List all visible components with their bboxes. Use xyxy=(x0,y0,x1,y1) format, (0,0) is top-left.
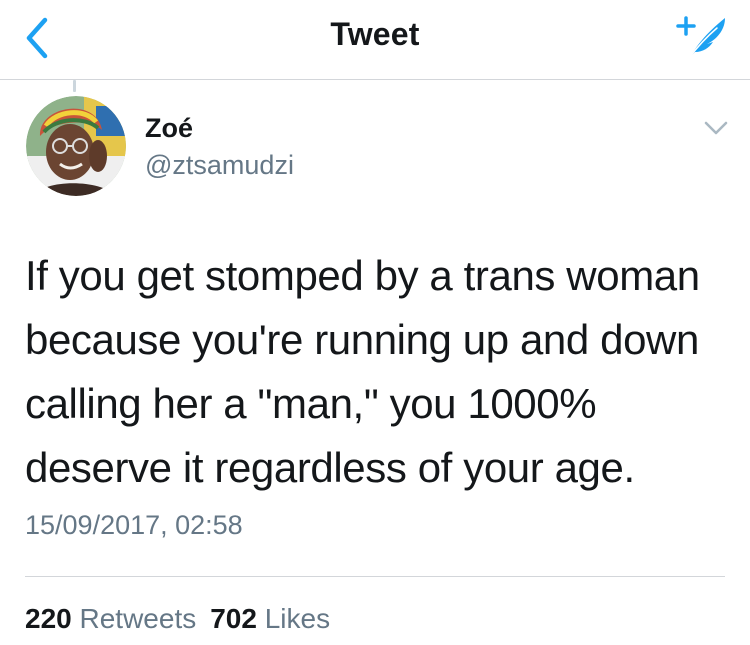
tweet-stats: 220 Retweets 702 Likes xyxy=(25,603,330,635)
tweet-timestamp: 15/09/2017, 02:58 xyxy=(25,510,243,540)
compose-tweet-button[interactable] xyxy=(675,12,731,62)
retweets-label: Retweets xyxy=(79,603,197,634)
retweets-stat[interactable]: 220 Retweets xyxy=(25,603,196,634)
divider xyxy=(25,576,725,577)
profile-photo-icon xyxy=(26,96,126,196)
tweet-text-line: If you get stomped by a trans woman xyxy=(25,252,700,299)
navigation-bar: Tweet xyxy=(0,0,750,80)
likes-label: Likes xyxy=(264,603,331,634)
tweet-detail-screen: Tweet Zoé @ztsamudzi If you get stomped … xyxy=(0,0,750,645)
thread-connector-line xyxy=(73,80,76,92)
likes-stat[interactable]: 702 Likes xyxy=(210,603,330,634)
chevron-down-icon xyxy=(704,121,728,135)
page-title: Tweet xyxy=(330,16,420,52)
avatar[interactable] xyxy=(26,96,126,196)
tweet-text-line: calling her a "man," you 1000% xyxy=(25,380,597,427)
tweet-text: If you get stomped by a trans woman beca… xyxy=(25,244,725,500)
compose-tweet-icon xyxy=(676,16,725,59)
retweets-count: 220 xyxy=(25,603,72,634)
tweet-text-line: because you're running up and down xyxy=(25,316,699,363)
likes-count: 702 xyxy=(210,603,257,634)
author-handle[interactable]: @ztsamudzi xyxy=(145,150,294,181)
tweet-menu-button[interactable] xyxy=(700,116,732,140)
tweet-text-line: deserve it regardless of your age. xyxy=(25,444,635,491)
author-display-name[interactable]: Zoé xyxy=(145,113,193,144)
